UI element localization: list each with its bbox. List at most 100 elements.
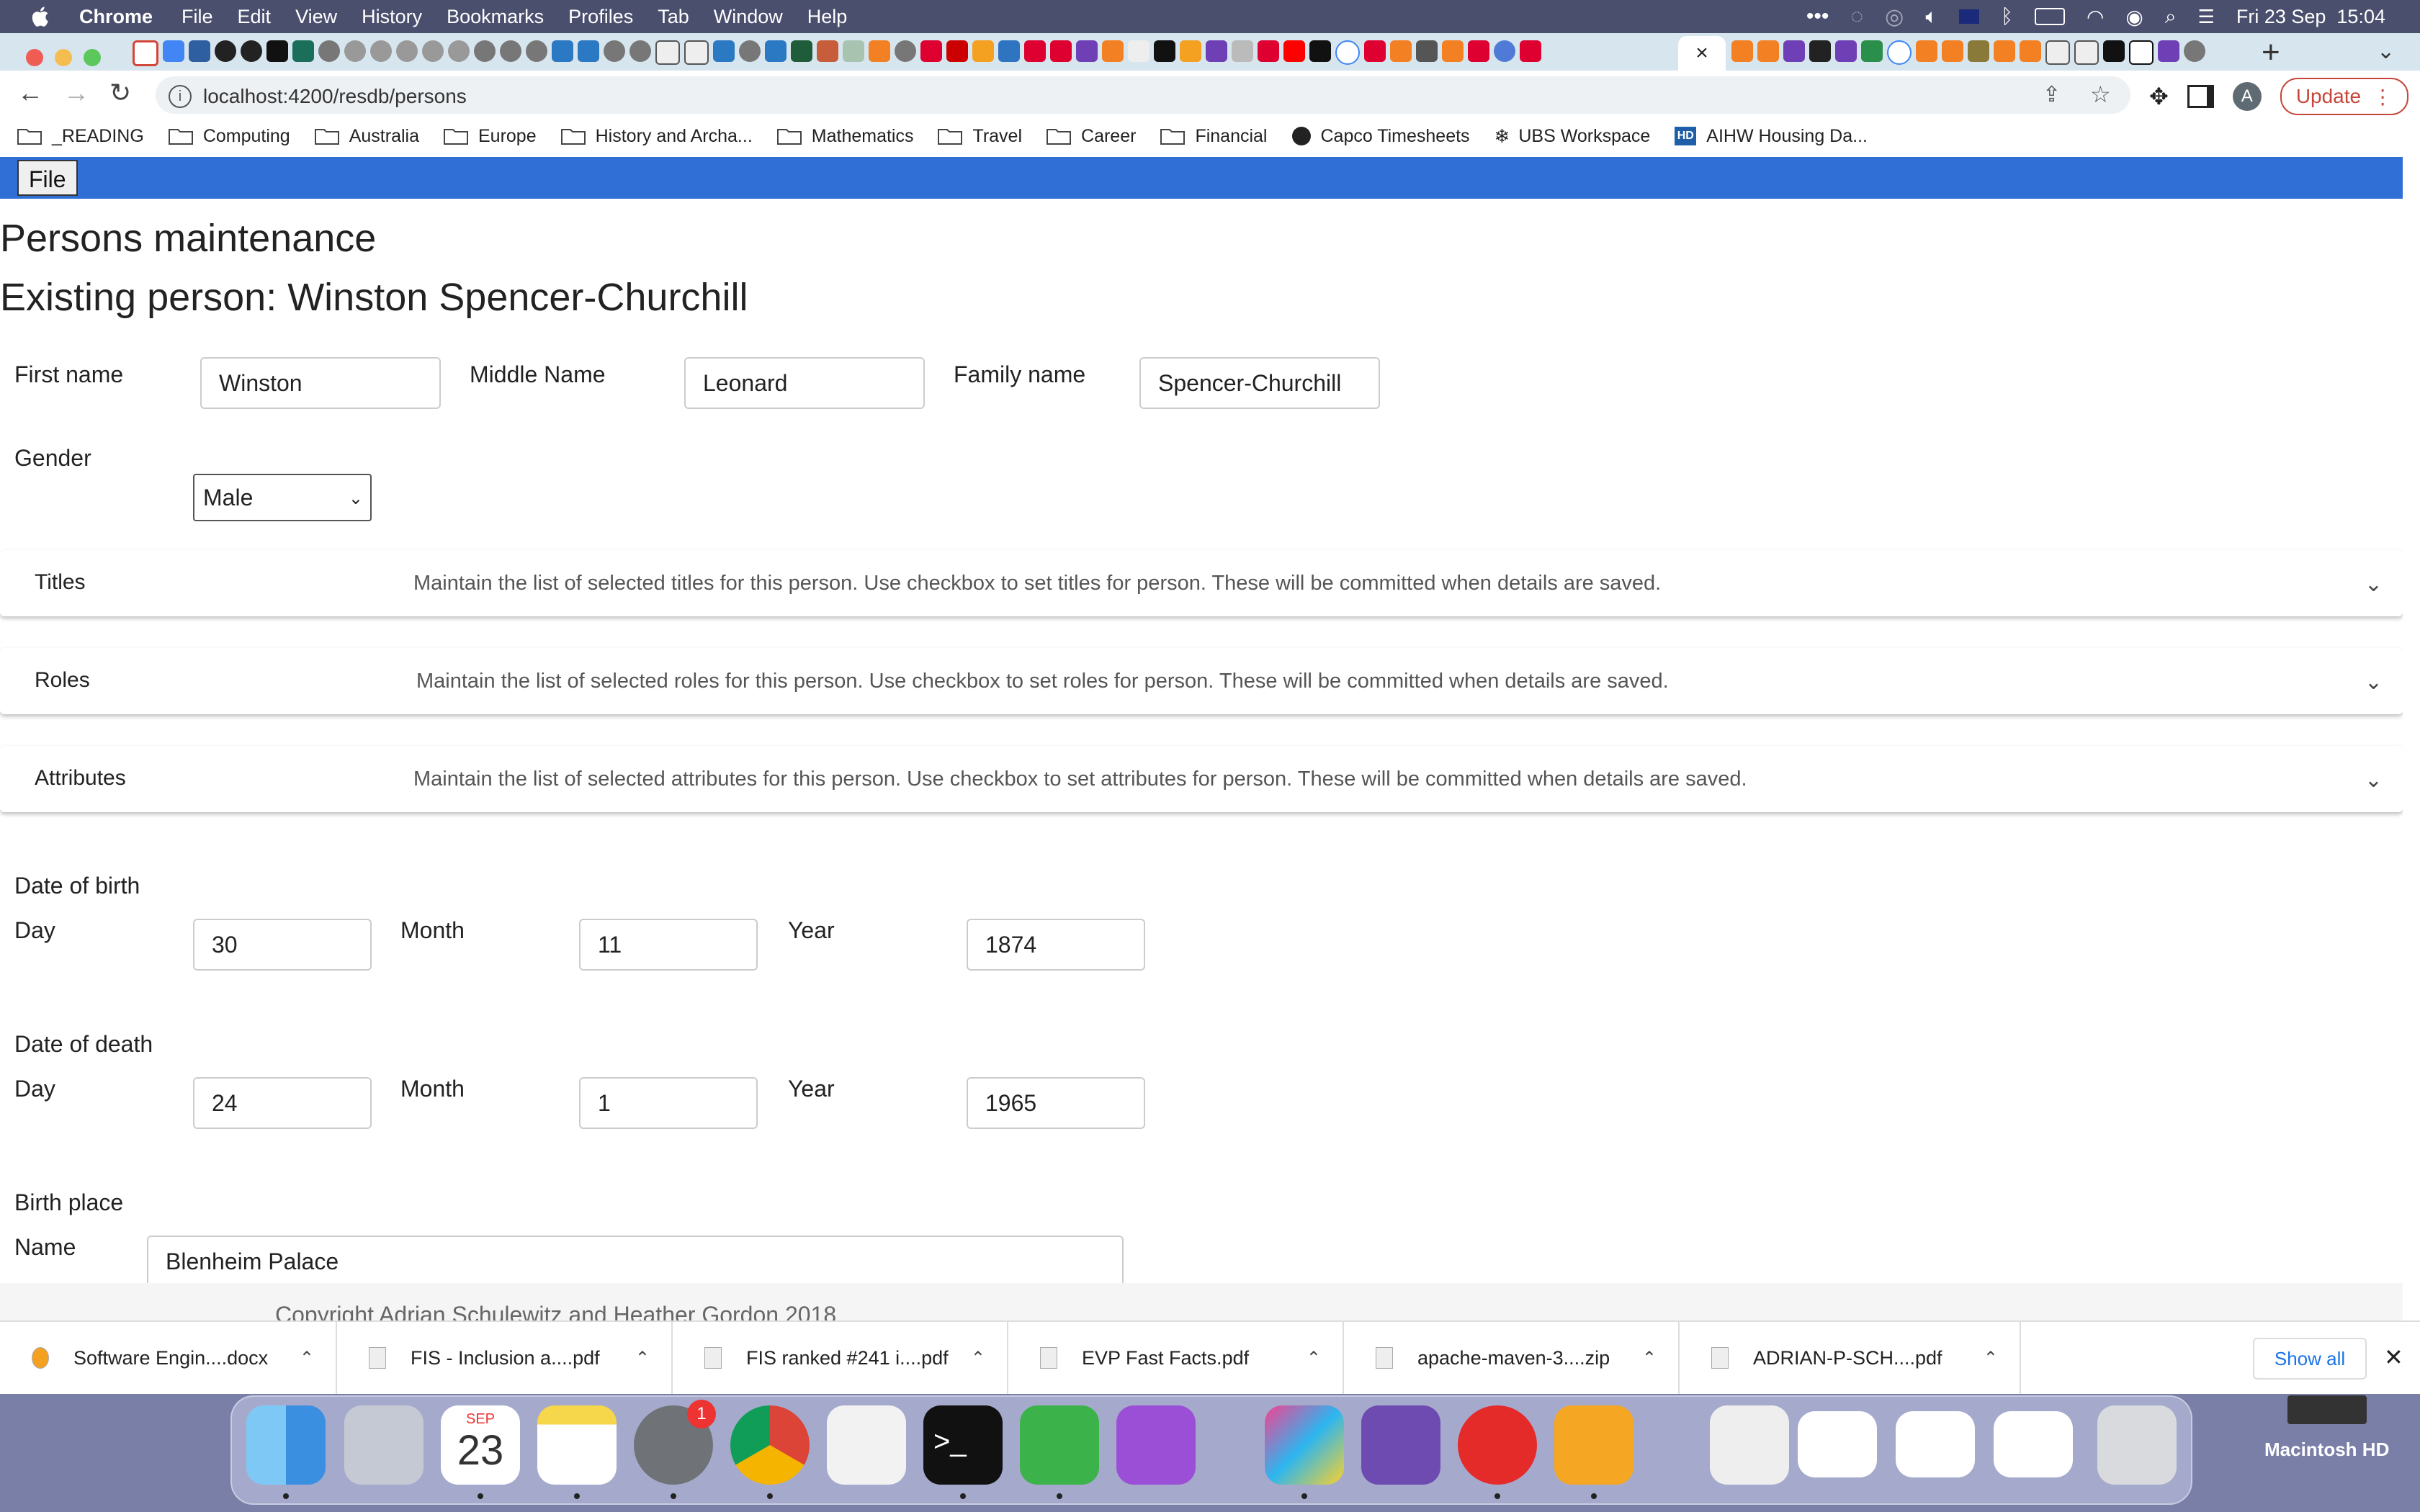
menu-bookmarks[interactable]: Bookmarks [447, 6, 544, 28]
tab-favicon-angular-icon[interactable] [1364, 40, 1386, 62]
menu-window[interactable]: Window [714, 6, 783, 28]
tab-favicon-stackoverflow-icon[interactable] [1390, 40, 1412, 62]
bookmark-folder-europe[interactable]: Europe [443, 126, 537, 147]
tab-favicon-angular-icon[interactable] [1258, 40, 1279, 62]
tab-favicon-amazon-icon[interactable] [266, 40, 288, 62]
wifi-icon[interactable]: ◠ [2087, 5, 2104, 29]
menu-edit[interactable]: Edit [238, 6, 272, 28]
tab-favicon-stackoverflow-icon[interactable] [1994, 40, 2015, 62]
intellij-icon[interactable] [1265, 1405, 1344, 1485]
user-circle-icon[interactable]: ◉ [2125, 5, 2143, 29]
tab-favicon-calendar-icon[interactable] [163, 40, 184, 62]
bookmark-folder-australia[interactable]: Australia [314, 126, 419, 147]
tab-favicon-globe-icon[interactable] [895, 40, 916, 62]
tab-favicon-google-icon[interactable] [1335, 40, 1360, 65]
tab-favicon-bootstrap-icon[interactable] [1206, 40, 1227, 62]
menu-profiles[interactable]: Profiles [568, 6, 633, 28]
address-bar[interactable]: i localhost:4200/resdb/persons ⇪ ☆ [156, 76, 2130, 114]
tab-favicon-stackoverflow-icon[interactable] [1442, 40, 1464, 62]
bookmark-folder-history[interactable]: History and Archa... [560, 126, 753, 147]
terminal-icon[interactable]: >_ [923, 1405, 1003, 1485]
close-tab-icon[interactable]: × [1695, 41, 1708, 66]
menu-file[interactable]: File [182, 6, 213, 28]
dod-day-input[interactable]: 24 [193, 1077, 372, 1129]
tab-favicon-shield-icon[interactable] [972, 40, 994, 62]
dod-year-input[interactable]: 1965 [967, 1077, 1145, 1129]
trash-icon[interactable] [2097, 1405, 2177, 1485]
tab-favicon-edit-icon[interactable] [552, 40, 573, 62]
gender-select[interactable]: Male ⌄ [193, 474, 372, 521]
tab-favicon-stackoverflow-icon[interactable] [1757, 40, 1779, 62]
hard-drive-icon[interactable] [2287, 1395, 2367, 1424]
tab-favicon-globe-icon[interactable] [344, 40, 366, 62]
tab-favicon-angular-icon[interactable] [1468, 40, 1489, 62]
tab-favicon-globe-icon[interactable] [396, 40, 418, 62]
finder-icon[interactable] [246, 1405, 326, 1485]
bookmark-folder-travel[interactable]: Travel [938, 126, 1022, 147]
textedit-icon[interactable] [827, 1405, 906, 1485]
tab-favicon-w3-icon[interactable] [2074, 40, 2099, 65]
caret-up-icon[interactable]: ⌃ [1307, 1348, 1321, 1369]
birth-place-name-input[interactable]: Blenheim Palace [147, 1236, 1124, 1287]
tab-favicon-wikipedia-icon[interactable] [2045, 40, 2070, 65]
bookmark-star-icon[interactable]: ☆ [2090, 81, 2111, 108]
tab-favicon-wikipedia-icon[interactable] [684, 40, 709, 65]
tab-favicon-angular-icon[interactable] [1520, 40, 1541, 62]
tab-favicon-bootstrap-icon[interactable] [1835, 40, 1857, 62]
tab-favicon-code-icon[interactable] [791, 40, 812, 62]
tab-favicon-generic-icon[interactable] [1416, 40, 1438, 62]
dob-year-input[interactable]: 1874 [967, 919, 1145, 971]
tab-favicon-bootstrap-icon[interactable] [2158, 40, 2179, 62]
github-desktop-icon[interactable] [1361, 1405, 1440, 1485]
menu-history[interactable]: History [362, 6, 422, 28]
roles-panel[interactable]: Roles Maintain the list of selected role… [0, 648, 2403, 714]
forward-button[interactable]: → [63, 78, 89, 108]
tab-favicon-globe-icon[interactable] [370, 40, 392, 62]
tab-active[interactable]: × [1678, 36, 1726, 71]
menubar-clock[interactable]: Fri 23 Sep 15:04 [2236, 6, 2385, 28]
window-thumbnail-icon[interactable] [1994, 1411, 2073, 1477]
bookmark-folder-career[interactable]: Career [1047, 126, 1136, 147]
tab-favicon-n-icon[interactable] [946, 40, 968, 62]
tab-favicon-mvn-icon[interactable] [189, 40, 210, 62]
bookmark-ubs-workspace[interactable]: ❄ UBS Workspace [1494, 125, 1651, 148]
sync-icon[interactable]: ◌ [1850, 4, 1863, 29]
tab-favicon-angular-icon[interactable] [1076, 40, 1098, 62]
download-item[interactable]: FIS - Inclusion a....pdf ⌃ [337, 1322, 673, 1394]
pages-icon[interactable] [1554, 1405, 1634, 1485]
dob-month-input[interactable]: 11 [579, 919, 758, 971]
tab-favicon-globe-icon[interactable] [739, 40, 761, 62]
tab-favicon-globe-icon[interactable] [500, 40, 521, 62]
bookmark-folder-reading[interactable]: _READING [17, 126, 144, 147]
tab-favicon-globe-icon[interactable] [629, 40, 651, 62]
share-icon[interactable]: ⇪ [2043, 82, 2061, 107]
caret-up-icon[interactable]: ⌃ [1984, 1348, 1998, 1369]
side-panel-icon[interactable] [2187, 85, 2214, 108]
volume-icon[interactable]: 🔈︎ [1925, 5, 1937, 29]
tab-favicon-rocket-icon[interactable] [817, 40, 838, 62]
tab-favicon-bootstrap-icon[interactable] [1783, 40, 1805, 62]
tab-favicon-globe-icon[interactable] [604, 40, 625, 62]
tab-favicon-globe-icon[interactable] [474, 40, 496, 62]
podcasts-icon[interactable] [1116, 1405, 1196, 1485]
calendar-icon[interactable]: SEP 23 [441, 1405, 520, 1485]
update-button[interactable]: Update ⋮ [2280, 78, 2409, 115]
more-dots-icon[interactable]: ••• [1806, 4, 1829, 29]
spotlight-search-icon[interactable]: ⌕ [2165, 5, 2177, 29]
chrome-icon[interactable] [730, 1405, 810, 1485]
caret-up-icon[interactable]: ⌃ [635, 1348, 650, 1369]
chevron-down-icon[interactable]: ⌄ [2365, 670, 2383, 695]
tab-favicon-stackoverflow-icon[interactable] [1916, 40, 1937, 62]
tab-favicon-bootstrap-icon[interactable] [1809, 40, 1831, 62]
caret-up-icon[interactable]: ⌃ [300, 1348, 314, 1369]
address-url[interactable]: localhost:4200/resdb/persons [203, 85, 467, 108]
reload-button[interactable]: ↻ [109, 78, 131, 108]
tab-favicon-angular-icon[interactable] [920, 40, 942, 62]
tab-favicon-globe-icon[interactable] [318, 40, 340, 62]
macintosh-hd-label[interactable]: Macintosh HD [2264, 1439, 2389, 1461]
tab-favicon-ts-icon[interactable] [998, 40, 1020, 62]
chevron-down-icon[interactable]: ⌄ [2365, 572, 2383, 597]
tab-favicon-github-icon[interactable] [215, 40, 236, 62]
download-item[interactable]: FIS ranked #241 i....pdf ⌃ [673, 1322, 1008, 1394]
window-thumbnail-icon[interactable] [1798, 1411, 1877, 1477]
